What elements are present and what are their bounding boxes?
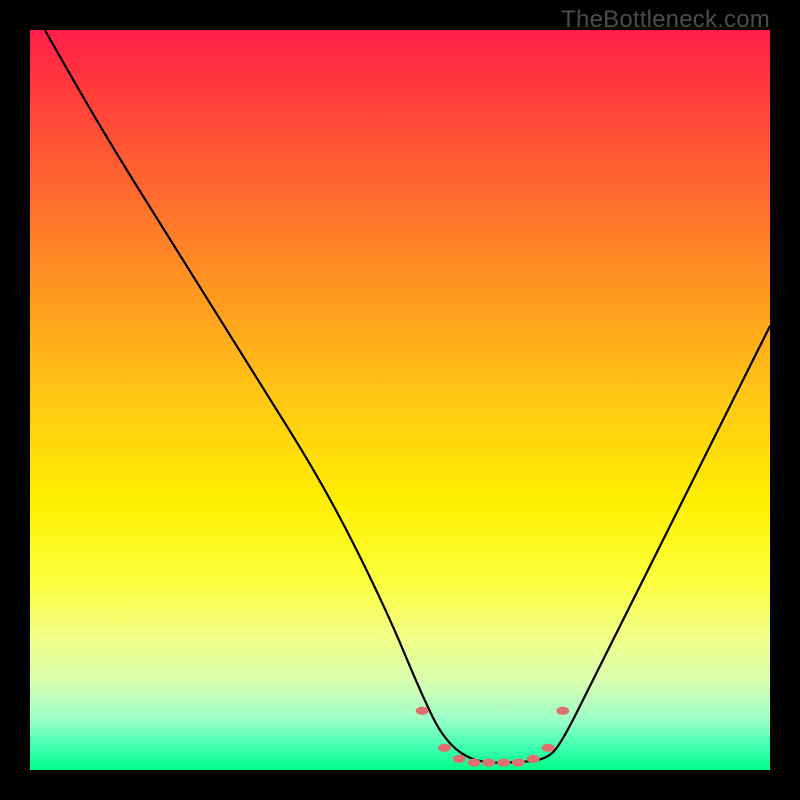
plot-area bbox=[30, 30, 770, 770]
curve-layer bbox=[30, 30, 770, 770]
marker-dot bbox=[483, 759, 495, 766]
marker-dot bbox=[468, 759, 480, 766]
bottleneck-curve bbox=[45, 30, 770, 763]
marker-dot bbox=[512, 759, 524, 766]
marker-dot bbox=[438, 744, 450, 751]
marker-dot bbox=[416, 707, 428, 714]
marker-dot bbox=[557, 707, 569, 714]
marker-dot bbox=[527, 755, 539, 762]
marker-dot bbox=[542, 744, 554, 751]
chart-container: TheBottleneck.com bbox=[0, 0, 800, 800]
marker-dot bbox=[453, 755, 465, 762]
marker-dot bbox=[498, 759, 510, 766]
